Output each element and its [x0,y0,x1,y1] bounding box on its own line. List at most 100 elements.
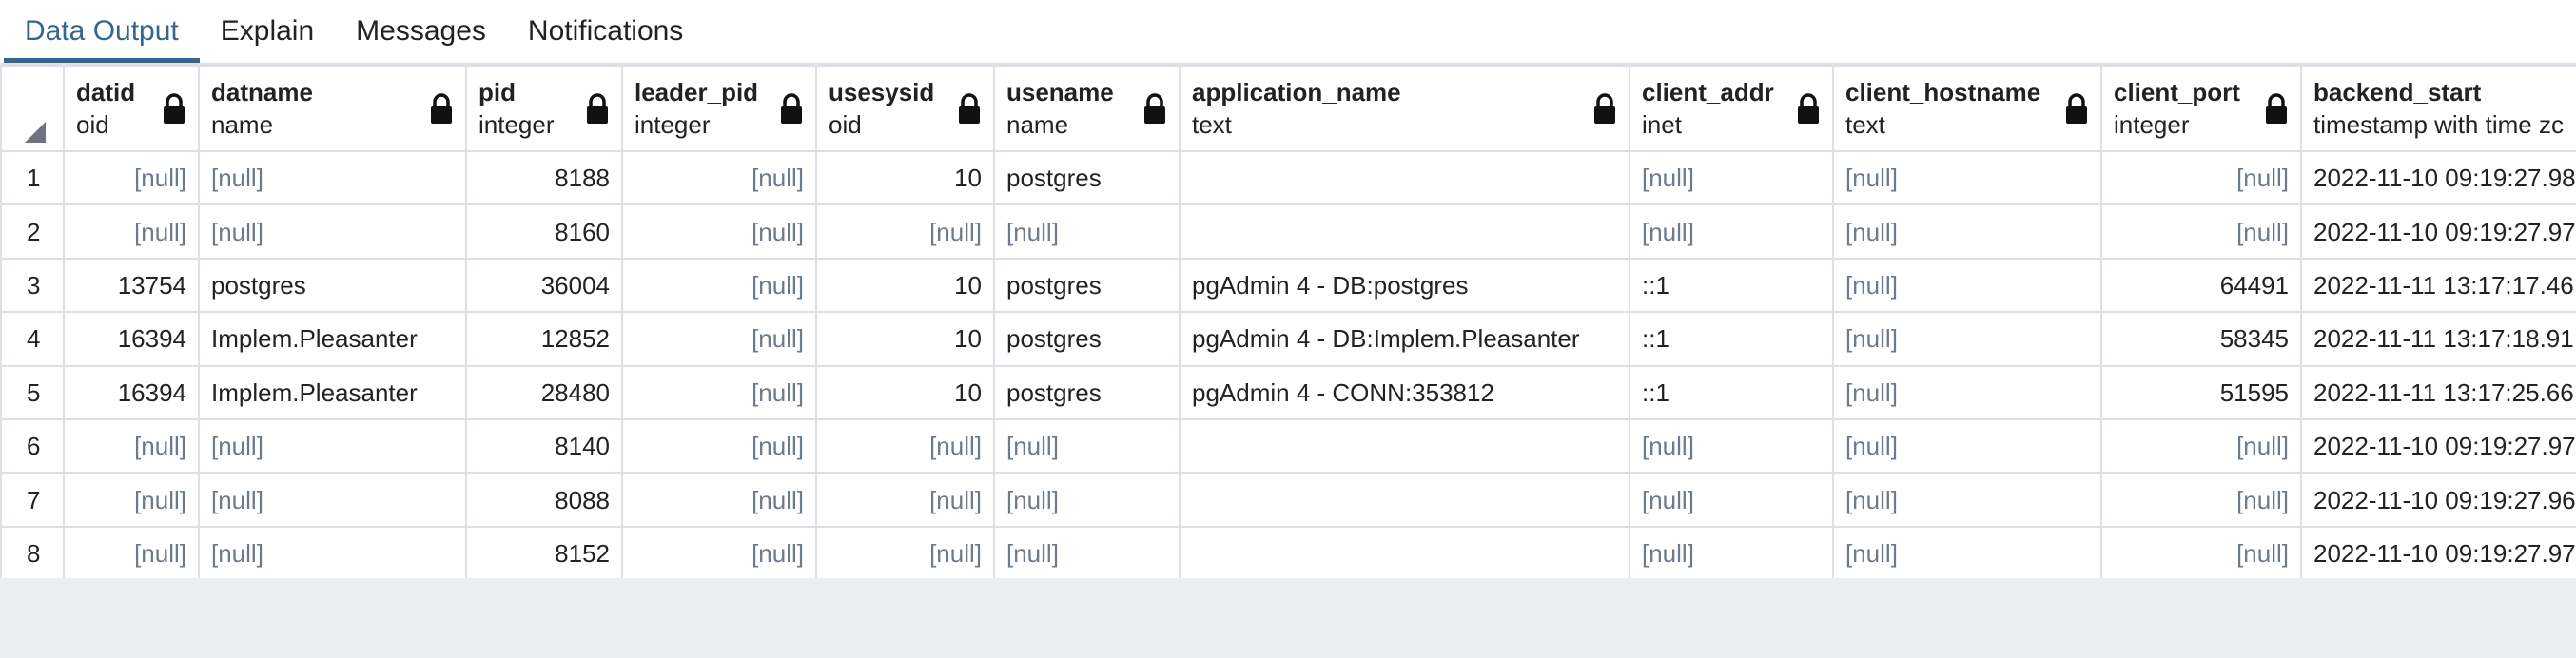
cell-datid[interactable]: 16394 [63,311,200,367]
column-header-application-name[interactable]: application_name text [1179,65,1630,152]
cell-datid[interactable]: [null] [63,417,200,474]
cell-usesysid[interactable]: [null] [815,525,995,578]
cell-client-port[interactable]: [null] [2100,149,2302,206]
cell-application-name[interactable] [1179,525,1630,578]
cell-usename[interactable]: [null] [993,472,1181,528]
column-header-client-hostname[interactable]: client_hostname text [1832,65,2102,152]
cell-pid[interactable]: 12852 [465,311,623,367]
cell-client-addr[interactable]: [null] [1629,203,1834,260]
cell-application-name[interactable]: pgAdmin 4 - CONN:353812 [1179,364,1630,420]
cell-datid[interactable]: 13754 [63,257,200,314]
cell-client-port[interactable]: [null] [2100,525,2302,578]
cell-datname[interactable]: [null] [198,417,467,474]
table-row[interactable]: 1 [null] [null] 8188 [null] 10 postgres [null][… [0,149,2576,206]
cell-client-port[interactable]: [null] [2100,203,2302,260]
cell-leader-pid[interactable]: [null] [621,417,817,474]
cell-usename[interactable]: [null] [993,417,1181,474]
row-number[interactable]: 5 [0,364,65,420]
cell-backend-start[interactable]: 2022-11-10 09:19:27.96 [2300,472,2576,528]
cell-client-port[interactable]: [null] [2100,472,2302,528]
column-header-datname[interactable]: datname name [198,65,467,152]
cell-leader-pid[interactable]: [null] [621,203,817,260]
cell-pid[interactable]: 8188 [465,149,623,206]
cell-application-name[interactable]: pgAdmin 4 - DB:Implem.Pleasanter [1179,311,1630,367]
cell-leader-pid[interactable]: [null] [621,472,817,528]
cell-pid[interactable]: 28480 [465,364,623,420]
cell-usename[interactable]: postgres [993,257,1181,314]
cell-backend-start[interactable]: 2022-11-10 09:19:27.97 [2300,203,2576,260]
cell-usesysid[interactable]: 10 [815,149,995,206]
cell-client-addr[interactable]: [null] [1629,525,1834,578]
cell-datname[interactable]: postgres [198,257,467,314]
cell-leader-pid[interactable]: [null] [621,257,817,314]
cell-pid[interactable]: 36004 [465,257,623,314]
column-header-client-addr[interactable]: client_addr inet [1629,65,1834,152]
cell-backend-start[interactable]: 2022-11-10 09:19:27.98 [2300,149,2576,206]
cell-datid[interactable]: [null] [63,149,200,206]
row-number[interactable]: 6 [0,417,65,474]
cell-datname[interactable]: [null] [198,203,467,260]
table-row[interactable]: 4 16394 Implem.Pleasanter 12852 [null] 10 post… [0,311,2576,367]
cell-application-name[interactable] [1179,203,1630,260]
cell-datname[interactable]: Implem.Pleasanter [198,311,467,367]
tab-data-output[interactable]: Data Output [4,0,200,63]
table-row[interactable]: 5 16394 Implem.Pleasanter 28480 [null] 10 post… [0,364,2576,420]
tab-explain[interactable]: Explain [200,0,335,63]
cell-client-addr[interactable]: [null] [1629,472,1834,528]
cell-leader-pid[interactable]: [null] [621,149,817,206]
cell-datid[interactable]: [null] [63,472,200,528]
cell-backend-start[interactable]: 2022-11-10 09:19:27.97 [2300,525,2576,578]
cell-backend-start[interactable]: 2022-11-11 13:17:25.66 [2300,364,2576,420]
cell-usesysid[interactable]: 10 [815,311,995,367]
row-number[interactable]: 4 [0,311,65,367]
row-number[interactable]: 8 [0,525,65,578]
row-number[interactable]: 2 [0,203,65,260]
cell-client-hostname[interactable]: [null] [1832,257,2102,314]
table-row[interactable]: 3 13754 postgres 36004 [null] 10 postgres pgAdm… [0,257,2576,314]
cell-backend-start[interactable]: 2022-11-11 13:17:17.46 [2300,257,2576,314]
cell-usename[interactable]: postgres [993,149,1181,206]
column-header-client-port[interactable]: client_port integer [2100,65,2302,152]
cell-usesysid[interactable]: 10 [815,257,995,314]
row-number[interactable]: 1 [0,149,65,206]
row-number[interactable]: 3 [0,257,65,314]
cell-leader-pid[interactable]: [null] [621,525,817,578]
cell-client-hostname[interactable]: [null] [1832,311,2102,367]
cell-datname[interactable]: [null] [198,472,467,528]
column-header-usesysid[interactable]: usesysid oid [815,65,995,152]
cell-pid[interactable]: 8140 [465,417,623,474]
cell-pid[interactable]: 8088 [465,472,623,528]
cell-client-addr[interactable]: ::1 [1629,364,1834,420]
cell-client-hostname[interactable]: [null] [1832,472,2102,528]
cell-usesysid[interactable]: [null] [815,203,995,260]
cell-backend-start[interactable]: 2022-11-11 13:17:18.91 [2300,311,2576,367]
cell-datid[interactable]: [null] [63,203,200,260]
cell-application-name[interactable]: pgAdmin 4 - DB:postgres [1179,257,1630,314]
cell-application-name[interactable] [1179,472,1630,528]
cell-usename[interactable]: postgres [993,364,1181,420]
cell-client-hostname[interactable]: [null] [1832,417,2102,474]
cell-application-name[interactable] [1179,149,1630,206]
cell-datname[interactable]: [null] [198,525,467,578]
cell-datid[interactable]: [null] [63,525,200,578]
cell-application-name[interactable] [1179,417,1630,474]
table-row[interactable]: 7 [null] [null] 8088 [null] [null] [null] [null… [0,472,2576,528]
column-header-leader-pid[interactable]: leader_pid integer [621,65,817,152]
column-header-pid[interactable]: pid integer [465,65,623,152]
cell-client-hostname[interactable]: [null] [1832,203,2102,260]
row-number[interactable]: 7 [0,472,65,528]
tab-messages[interactable]: Messages [335,0,507,63]
cell-client-port[interactable]: 58345 [2100,311,2302,367]
table-row[interactable]: 6 [null] [null] 8140 [null] [null] [null] [null… [0,417,2576,474]
table-row[interactable]: 8 [null] [null] 8152 [null] [null] [null] [null… [0,525,2576,578]
cell-client-addr[interactable]: [null] [1629,417,1834,474]
column-header-usename[interactable]: usename name [993,65,1181,152]
column-header-datid[interactable]: datid oid [63,65,200,152]
cell-leader-pid[interactable]: [null] [621,364,817,420]
cell-backend-start[interactable]: 2022-11-10 09:19:27.97 [2300,417,2576,474]
cell-client-addr[interactable]: ::1 [1629,257,1834,314]
cell-usename[interactable]: [null] [993,525,1181,578]
cell-leader-pid[interactable]: [null] [621,311,817,367]
cell-pid[interactable]: 8160 [465,203,623,260]
cell-datname[interactable]: [null] [198,149,467,206]
